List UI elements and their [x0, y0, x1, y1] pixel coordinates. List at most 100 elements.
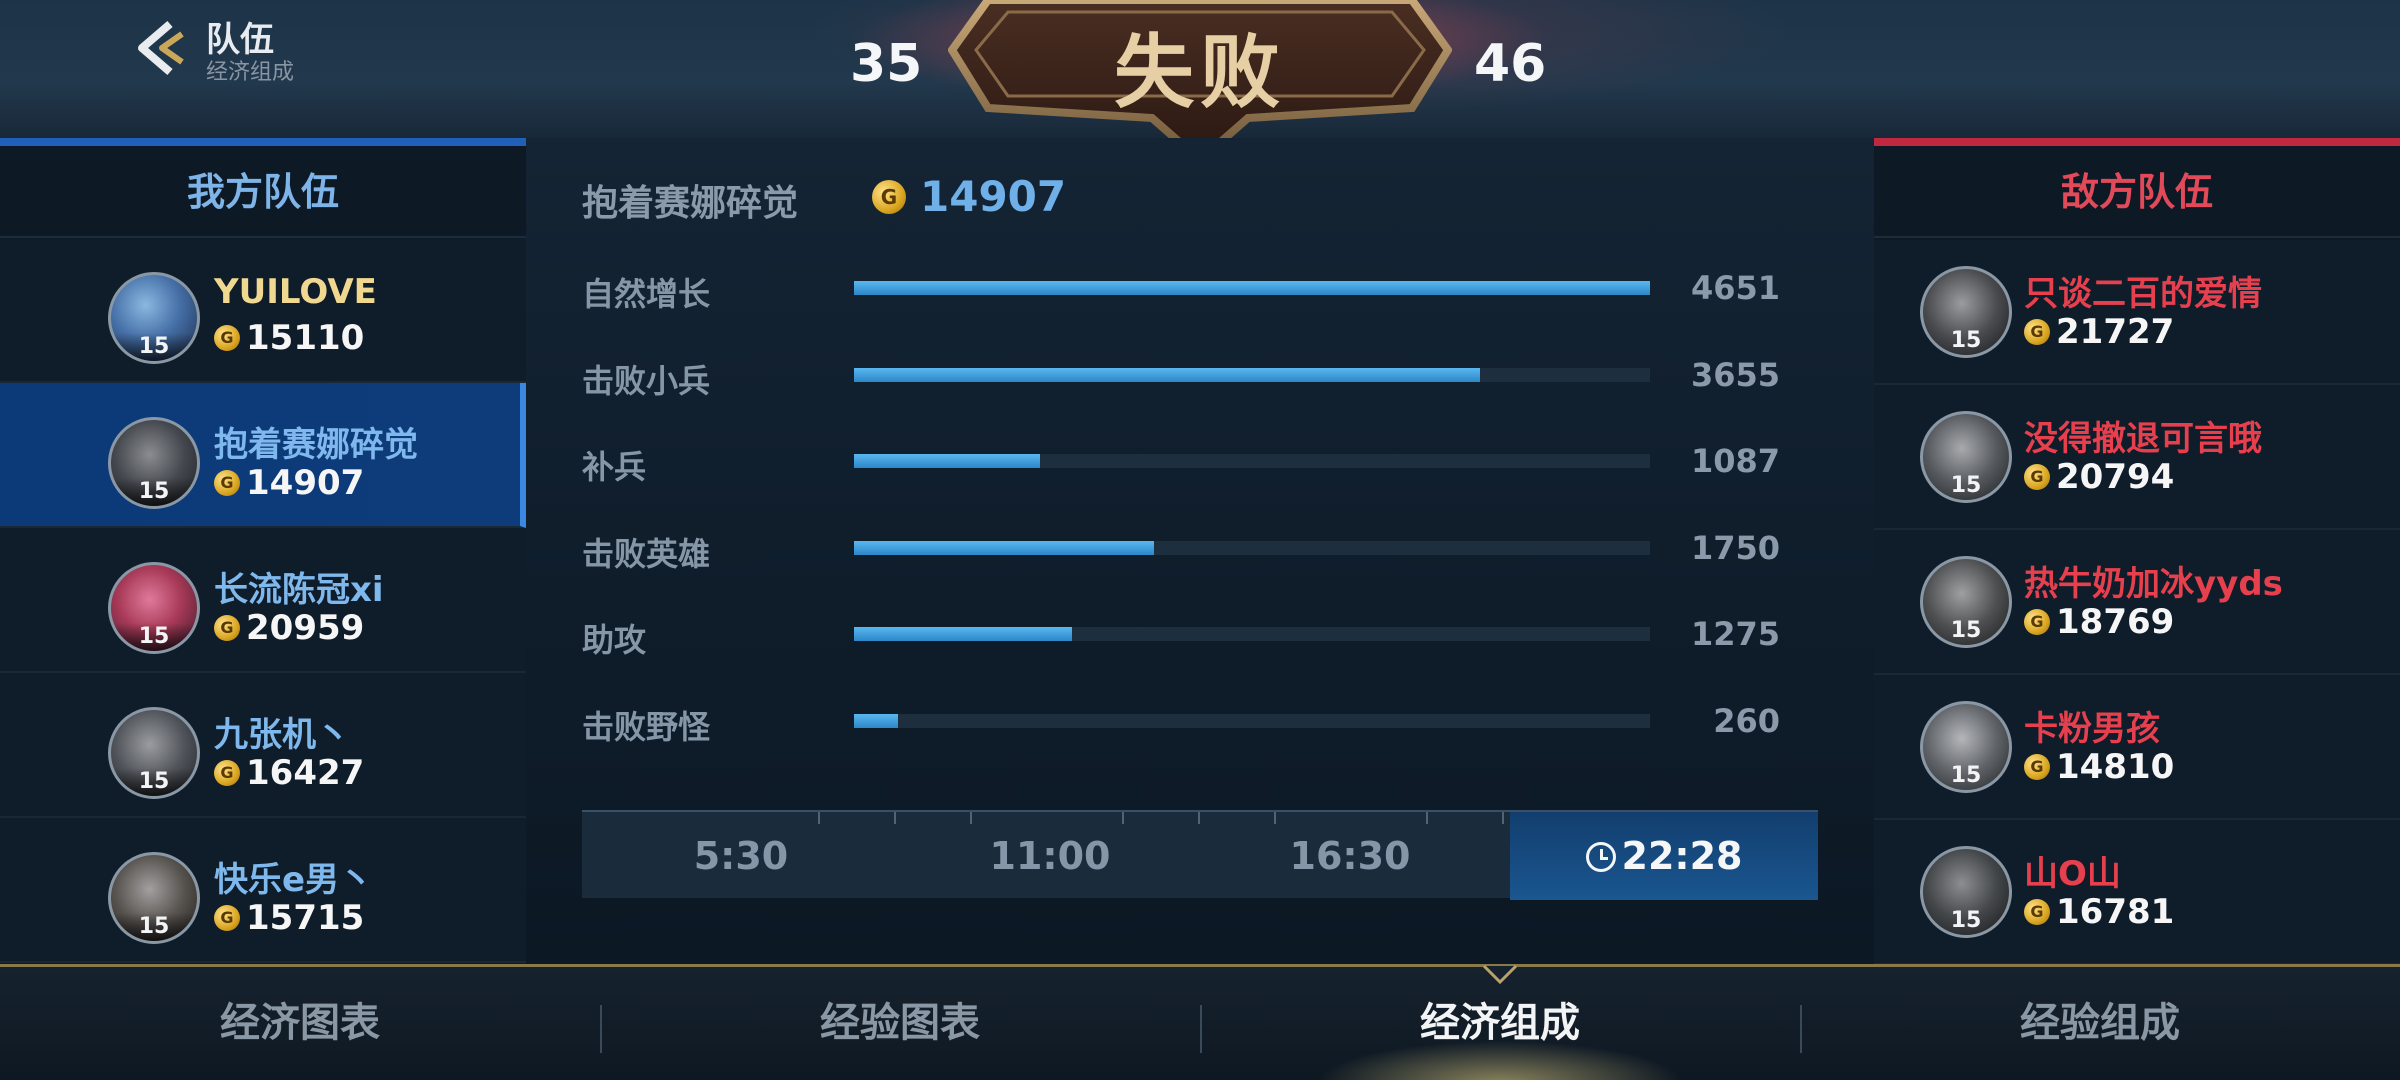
tab-exp-composition[interactable]: 经验组成 — [1800, 967, 2400, 1080]
player-gold-value: 14907 — [246, 463, 365, 503]
player-gold: G 20794 — [2024, 457, 2174, 497]
player-gold: G 20959 — [214, 608, 364, 648]
enemy-player-row[interactable]: 15 卡粉男孩 G 14810 — [1874, 675, 2400, 820]
hero-avatar: 15 — [108, 852, 200, 944]
player-gold-value: 15110 — [246, 318, 365, 358]
hero-avatar: 15 — [108, 272, 200, 364]
gold-coin-icon: G — [214, 760, 240, 786]
gold-source-value: 260 — [1713, 701, 1780, 740]
timeline-point[interactable]: 5:30 — [582, 812, 900, 900]
enemy-kill-score: 46 — [1474, 34, 1547, 94]
ally-player-row[interactable]: 15 快乐e男丶 G 15715 — [0, 818, 526, 963]
gold-coin-icon: G — [2024, 319, 2050, 345]
player-gold: G 16427 — [214, 753, 364, 793]
timeline-bar: 5:30 11:00 16:30 22:28 — [582, 810, 1818, 900]
enemy-player-row[interactable]: 15 热牛奶加冰yyds G 18769 — [1874, 530, 2400, 675]
player-gold-value: 20959 — [246, 608, 365, 648]
player-gold-value: 20794 — [2056, 457, 2175, 497]
enemy-player-row[interactable]: 15 只谈二百的爱情 G 21727 — [1874, 240, 2400, 385]
tab-exp-chart[interactable]: 经验图表 — [600, 967, 1200, 1080]
player-gold-value: 14810 — [2056, 747, 2175, 787]
gold-coin-icon: G — [214, 615, 240, 641]
hero-avatar: 15 — [1920, 846, 2012, 938]
gold-source-bar-track — [854, 367, 1650, 382]
hero-avatar: 15 — [108, 707, 200, 799]
active-tab-pointer-icon — [1482, 964, 1518, 984]
selected-player-name: 抱着赛娜碎觉 — [582, 183, 799, 224]
hero-level: 15 — [1950, 618, 1982, 643]
gold-source-row: 击败英雄 1750 — [582, 523, 1802, 573]
hero-level: 15 — [111, 913, 197, 941]
player-gold: G 21727 — [2024, 312, 2174, 352]
selected-gold-value: 14907 — [920, 172, 1067, 221]
player-gold-value: 16781 — [2056, 892, 2175, 932]
player-name: 山O山 — [2024, 854, 2121, 894]
ally-team-panel: 我方队伍 15 YUILOVE G 15110 15 抱着赛娜碎觉 G 1490… — [0, 138, 526, 964]
player-name: 只谈二百的爱情 — [2024, 274, 2262, 314]
timeline-point[interactable]: 16:30 — [1200, 812, 1500, 900]
page-subtitle: 经济组成 — [206, 60, 295, 85]
player-gold-value: 21727 — [2056, 312, 2175, 352]
hero-avatar: 15 — [1920, 701, 2012, 793]
ally-player-row[interactable]: 15 九张机丶 G 16427 — [0, 673, 526, 818]
gold-source-row: 自然增长 4651 — [582, 263, 1802, 313]
hero-avatar: 15 — [108, 562, 200, 654]
timeline-active-label: 22:28 — [1621, 834, 1743, 878]
ally-kill-score: 35 — [850, 34, 923, 94]
player-name: 没得撤退可言哦 — [2024, 419, 2262, 459]
hero-level: 15 — [1950, 328, 1982, 353]
timeline-point[interactable]: 11:00 — [900, 812, 1200, 900]
gold-source-label: 击败野怪 — [582, 707, 711, 746]
gold-coin-icon: G — [214, 470, 240, 496]
enemy-player-row[interactable]: 15 山O山 G 16781 — [1874, 820, 2400, 965]
timeline-tick — [1502, 812, 1504, 824]
hero-avatar: 15 — [1920, 266, 2012, 358]
timeline-point-active[interactable]: 22:28 — [1510, 812, 1818, 900]
gold-coin-icon: G — [2024, 464, 2050, 490]
player-name: 九张机丶 — [214, 715, 350, 755]
gold-source-value: 1087 — [1690, 442, 1780, 480]
player-gold-value: 16427 — [246, 753, 365, 793]
ally-player-row[interactable]: 15 长流陈冠xi G 20959 — [0, 528, 526, 673]
gold-coin-icon: G — [214, 325, 240, 351]
gold-source-bar-track — [854, 627, 1650, 641]
hero-level: 15 — [111, 623, 197, 651]
player-gold: G 15110 — [214, 318, 364, 358]
gold-source-label: 助攻 — [582, 621, 647, 659]
gold-source-bar — [854, 367, 1480, 382]
bottom-tab-bar: 经济图表 经验图表 经济组成 经验组成 — [0, 964, 2400, 1080]
hero-avatar: 15 — [108, 417, 200, 509]
clock-icon — [1585, 842, 1616, 872]
gold-source-row: 补兵 1087 — [582, 436, 1802, 486]
player-gold: G 16781 — [2024, 892, 2174, 932]
player-name: YUILOVE — [214, 272, 377, 312]
hero-level: 15 — [1950, 473, 1982, 498]
gold-coin-icon: G — [2024, 609, 2050, 635]
gold-source-bar — [854, 713, 899, 728]
gold-source-bar — [854, 627, 1073, 641]
tab-gold-chart[interactable]: 经济图表 — [0, 967, 600, 1080]
hero-avatar: 15 — [1920, 411, 2012, 503]
player-gold: G 14810 — [2024, 747, 2174, 787]
hero-level: 15 — [111, 768, 197, 796]
player-name: 热牛奶加冰yyds — [2024, 564, 2283, 604]
player-gold: G 14907 — [214, 463, 364, 503]
gold-source-bar-track — [854, 713, 1650, 728]
gold-source-bar-track — [854, 281, 1650, 295]
player-gold: G 15715 — [214, 898, 364, 938]
gold-source-row: 击败小兵 3655 — [582, 350, 1802, 400]
gold-source-label: 补兵 — [582, 448, 647, 486]
ally-player-row-selected[interactable]: 15 抱着赛娜碎觉 G 14907 — [0, 383, 526, 528]
gold-source-value: 3655 — [1690, 355, 1780, 394]
gold-source-bar-track — [854, 454, 1650, 468]
gold-source-bar — [854, 540, 1154, 555]
gold-coin-icon: G — [872, 179, 906, 214]
enemy-player-row[interactable]: 15 没得撤退可言哦 G 20794 — [1874, 385, 2400, 530]
player-name: 抱着赛娜碎觉 — [214, 425, 418, 465]
enemy-team-title: 敌方队伍 — [1874, 146, 2400, 238]
ally-team-title: 我方队伍 — [0, 146, 526, 238]
ally-player-row[interactable]: 15 YUILOVE G 15110 — [0, 238, 526, 383]
player-name: 卡粉男孩 — [2024, 709, 2160, 749]
gold-coin-icon: G — [214, 905, 240, 931]
back-arrow-icon[interactable] — [128, 16, 188, 80]
